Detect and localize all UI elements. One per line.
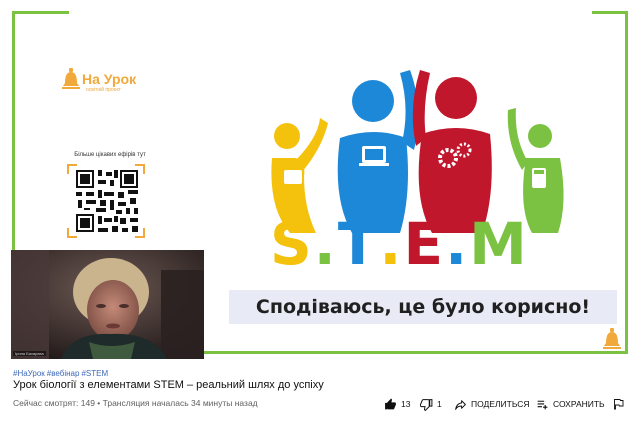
viewers-info: Сейчас смотрят: 149 • Трансляция началас… — [13, 398, 258, 408]
slide-frame-line — [12, 11, 15, 251]
stem-letter: M — [469, 210, 529, 278]
stem-letter: T — [337, 210, 380, 278]
slide-frame-line — [12, 11, 69, 14]
video-meta: #НаУрок #вебінар #STEM Урок біології з еле… — [0, 364, 640, 424]
like-count: 13 — [401, 399, 411, 409]
dislike-count: 1 — [437, 399, 442, 409]
qr-code-icon — [74, 168, 140, 234]
hashtag-link[interactable]: #вебінар — [47, 369, 80, 378]
video-player[interactable]: На Урок освітній проект Більше цікавих е… — [0, 0, 640, 364]
logo-name: На Урок — [82, 71, 137, 87]
slide-frame-line — [625, 11, 628, 354]
stem-letter: . — [379, 210, 404, 278]
share-button[interactable]: ПОДЕЛИТЬСЯ — [454, 396, 530, 412]
stem-letter: . — [445, 210, 470, 278]
naurok-logo: На Урок освітній проект — [62, 68, 162, 94]
stem-letter: S — [270, 210, 314, 278]
webcam-feed — [11, 250, 204, 359]
hashtags: #НаУрок #вебінар #STEM — [13, 369, 110, 378]
share-label: ПОДЕЛИТЬСЯ — [471, 399, 530, 409]
qr-code — [67, 164, 145, 238]
webcam-name-tag: Ірина Бахарєва — [13, 351, 46, 356]
slide-frame-line — [592, 11, 628, 14]
save-label: СОХРАНИТЬ — [553, 399, 605, 409]
slide-frame-line — [204, 351, 628, 354]
stem-title: S.T.E.M — [270, 210, 590, 280]
webcam-overlay: Ірина Бахарєва — [11, 250, 204, 359]
logo-subtitle: освітній проект — [86, 87, 121, 93]
hashtag-link[interactable]: #STEM — [81, 369, 108, 378]
report-button[interactable] — [612, 396, 628, 412]
slide-banner: Сподіваюсь, це було корисно! — [229, 290, 617, 324]
stem-letter: . — [313, 210, 338, 278]
bell-icon — [603, 328, 621, 349]
playlist-add-icon — [537, 400, 548, 409]
banner-text: Сподіваюсь, це було корисно! — [255, 296, 591, 318]
save-button[interactable]: СОХРАНИТЬ — [536, 396, 605, 412]
stem-letter: E — [403, 210, 446, 278]
hashtag-link[interactable]: #НаУрок — [13, 369, 45, 378]
like-button[interactable]: 13 — [384, 396, 410, 412]
dislike-button[interactable]: 1 — [420, 396, 442, 412]
flag-icon — [614, 399, 624, 410]
video-title: Урок біології з елементами STEM – реальн… — [13, 379, 324, 391]
qr-caption: Більше цікавих ефірів тут — [74, 152, 146, 158]
bell-icon — [62, 68, 80, 89]
share-icon — [455, 399, 466, 410]
thumbs-up-icon — [385, 398, 396, 409]
thumbs-down-icon — [420, 398, 433, 411]
